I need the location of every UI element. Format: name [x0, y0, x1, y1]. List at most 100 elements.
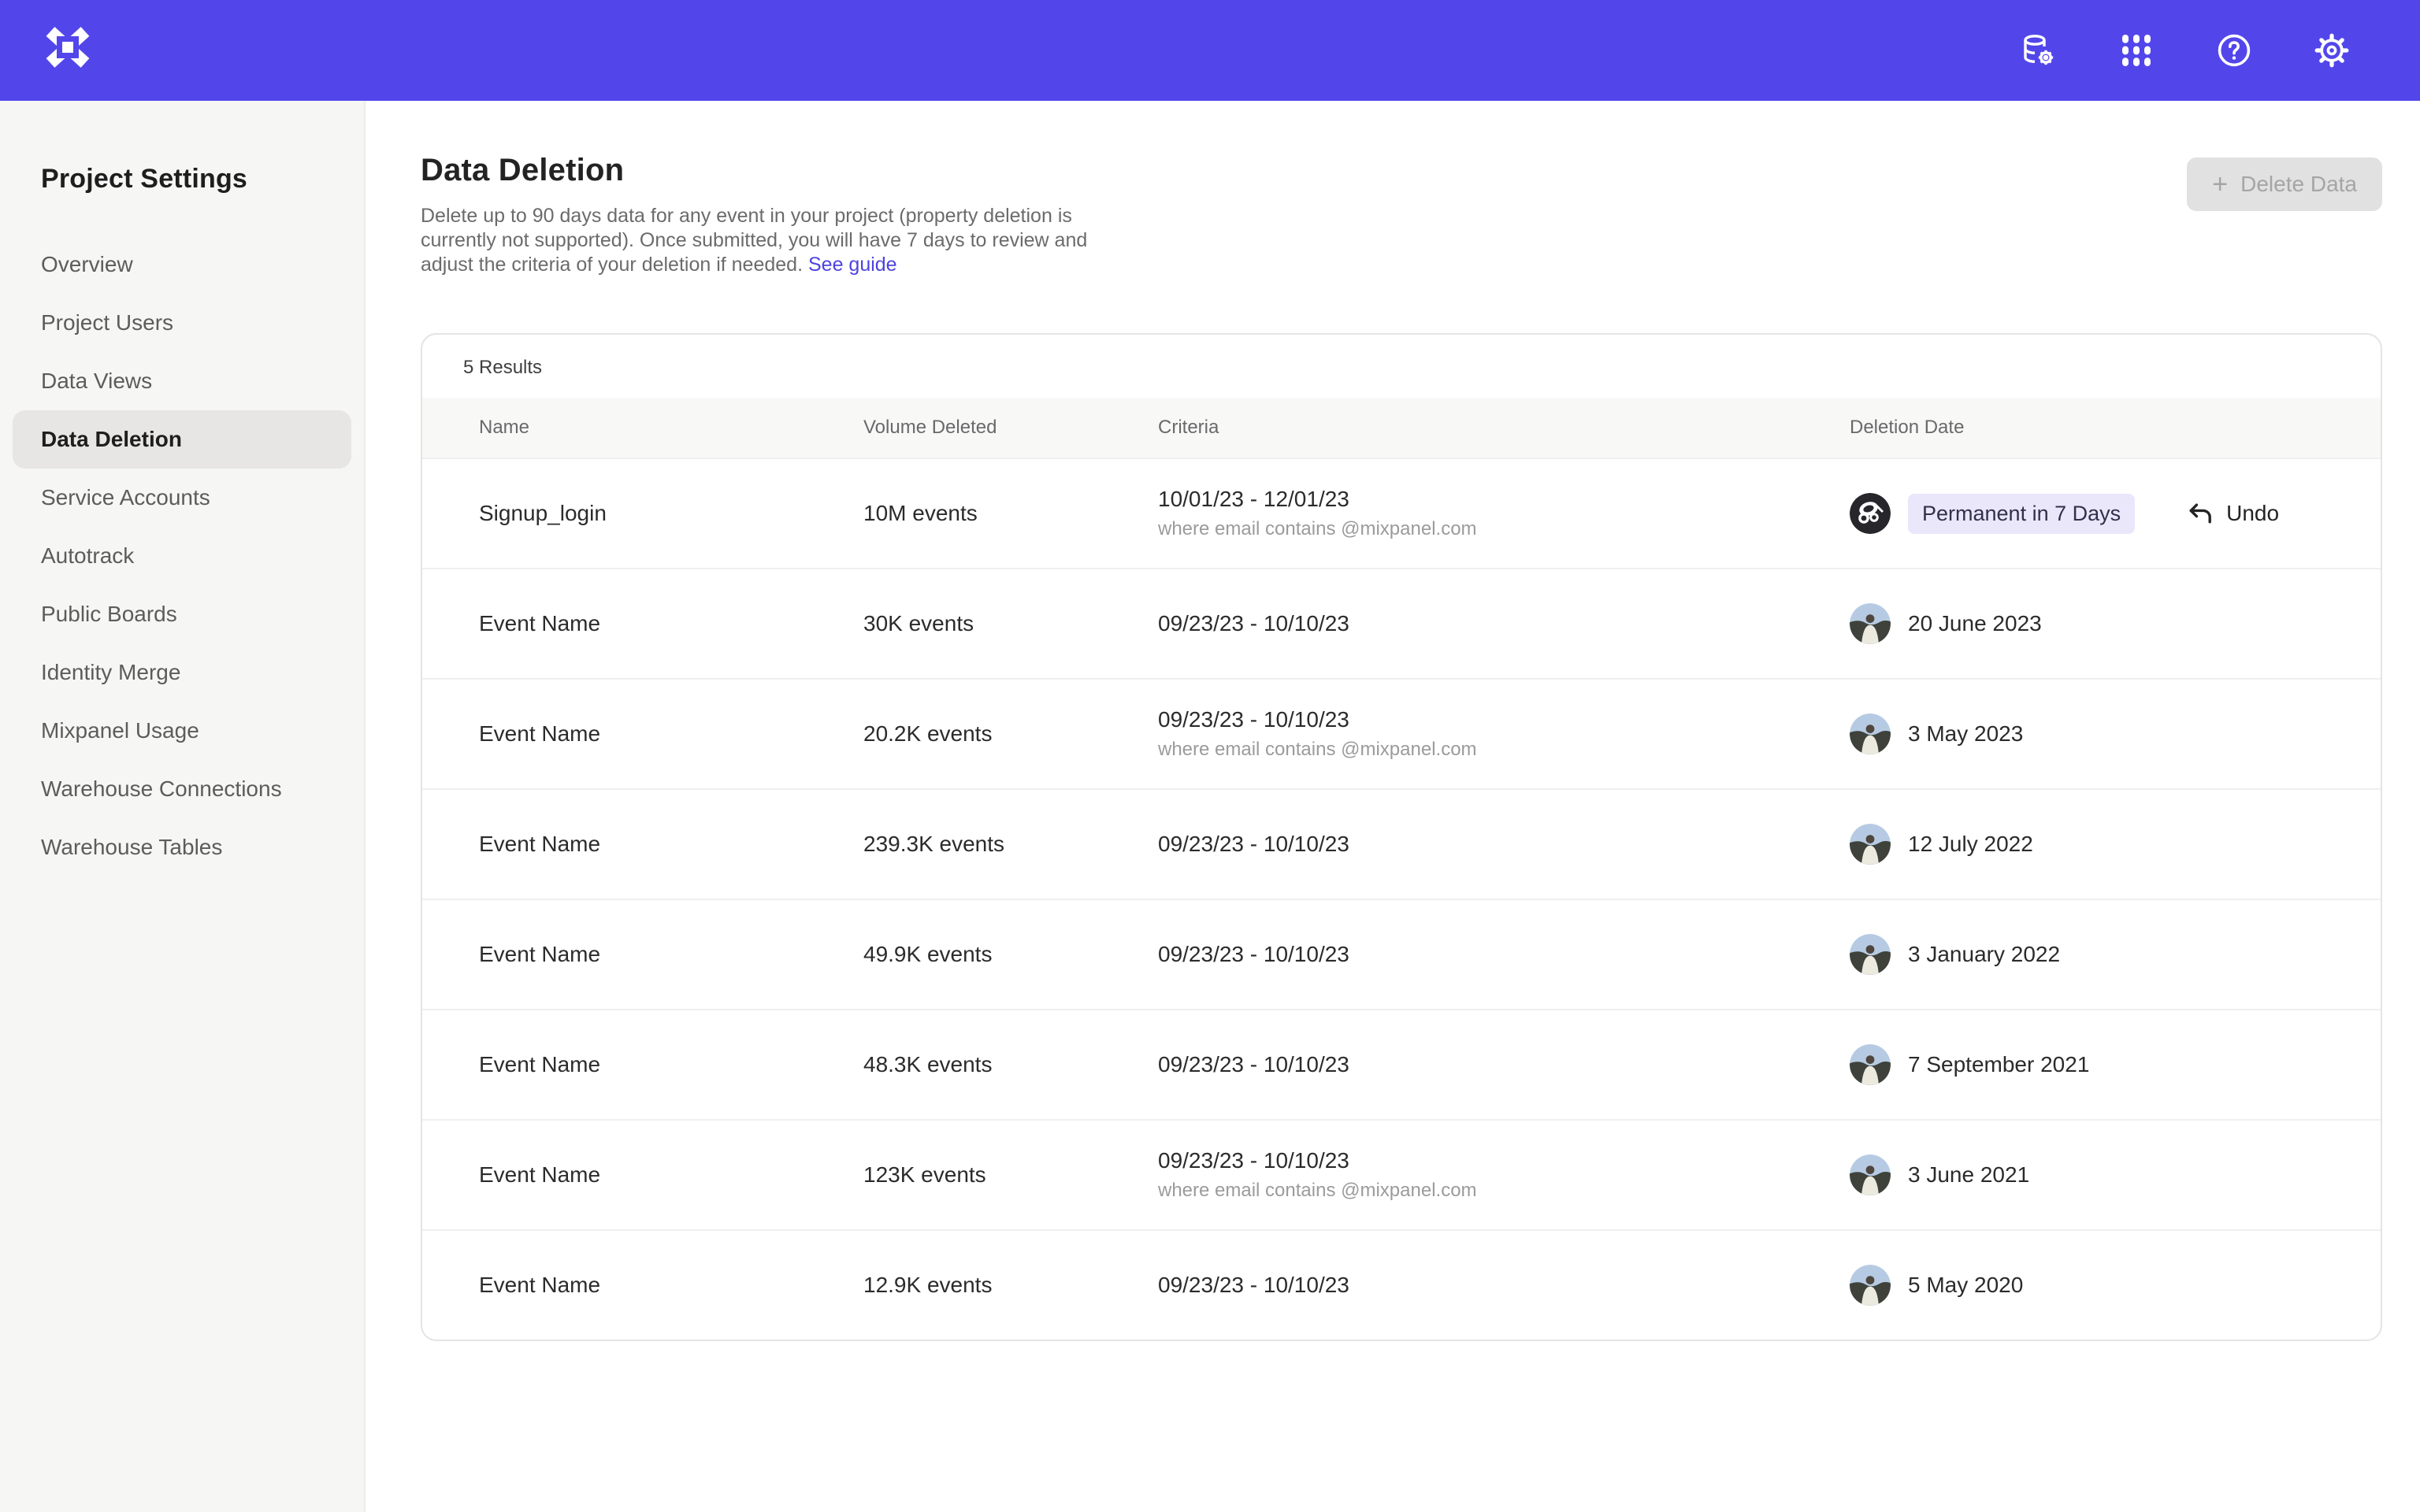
plus-icon: +: [2212, 171, 2228, 198]
criteria-cell: 09/23/23 - 10/10/23: [1158, 1052, 1850, 1077]
deletion-table-row: Event Name30K events09/23/23 - 10/10/23 2…: [422, 568, 2381, 678]
deletion-date-text: 12 July 2022: [1908, 832, 2033, 857]
sidebar-nav: OverviewProject UsersData ViewsData Dele…: [0, 235, 364, 876]
app-window: Project Settings OverviewProject UsersDa…: [0, 0, 2420, 1512]
volume-deleted-cell: 123K events: [863, 1162, 1158, 1188]
deletion-date-text: 3 May 2023: [1908, 721, 2023, 747]
deletion-table-row: Event Name49.9K events09/23/23 - 10/10/2…: [422, 899, 2381, 1009]
criteria-filter-text: where email contains @mixpanel.com: [1158, 518, 1850, 540]
user-photo-avatar: [1850, 1265, 1891, 1306]
event-name-cell: Signup_login: [479, 501, 863, 526]
undo-arrow-icon: [2187, 501, 2214, 526]
deletion-table-row: Event Name48.3K events09/23/23 - 10/10/2…: [422, 1009, 2381, 1119]
column-header-deletion-date: Deletion Date: [1850, 417, 2355, 439]
criteria-filter-text: where email contains @mixpanel.com: [1158, 1180, 1850, 1202]
deletion-date-cell: 3 June 2021: [1850, 1154, 2355, 1195]
deletion-date-text: 5 May 2020: [1908, 1273, 2023, 1298]
deletion-date-cell: 7 September 2021: [1850, 1044, 2355, 1085]
undo-button[interactable]: Undo: [2187, 501, 2279, 526]
sidebar-item-service-accounts[interactable]: Service Accounts: [13, 469, 351, 527]
criteria-cell: 09/23/23 - 10/10/23 where email contains …: [1158, 1148, 1850, 1202]
deletion-table-row: Event Name20.2K events09/23/23 - 10/10/2…: [422, 678, 2381, 788]
sidebar-item-public-boards[interactable]: Public Boards: [13, 585, 351, 643]
user-photo-avatar: [1850, 934, 1891, 975]
sidebar-item-overview[interactable]: Overview: [13, 235, 351, 294]
mixpanel-logo[interactable]: [41, 20, 95, 80]
volume-deleted-cell: 48.3K events: [863, 1052, 1158, 1077]
top-navigation-bar: [0, 0, 2420, 101]
topbar-icon-group: [2020, 32, 2351, 69]
criteria-date-range: 09/23/23 - 10/10/23: [1158, 1052, 1850, 1077]
deletion-date-text: 7 September 2021: [1908, 1052, 2089, 1077]
criteria-date-range: 09/23/23 - 10/10/23: [1158, 707, 1850, 732]
event-name-cell: Event Name: [479, 611, 863, 636]
sidebar-item-autotrack[interactable]: Autotrack: [13, 527, 351, 585]
delete-data-button[interactable]: + Delete Data: [2187, 158, 2382, 211]
sidebar-item-data-deletion[interactable]: Data Deletion: [13, 410, 351, 469]
page-description: Delete up to 90 days data for any event …: [421, 204, 1109, 276]
criteria-cell: 09/23/23 - 10/10/23: [1158, 832, 1850, 857]
apps-grid-icon[interactable]: [2118, 32, 2155, 69]
criteria-date-range: 09/23/23 - 10/10/23: [1158, 832, 1850, 857]
event-name-cell: Event Name: [479, 1052, 863, 1077]
volume-deleted-cell: 12.9K events: [863, 1273, 1158, 1298]
page-description-text: Delete up to 90 days data for any event …: [421, 205, 1087, 276]
deletion-date-cell: 3 January 2022: [1850, 934, 2355, 975]
main-content: Data Deletion Delete up to 90 days data …: [366, 101, 2420, 1512]
sidebar-item-data-views[interactable]: Data Views: [13, 352, 351, 410]
table-header-row: Name Volume Deleted Criteria Deletion Da…: [422, 398, 2381, 458]
volume-deleted-cell: 49.9K events: [863, 942, 1158, 967]
deletion-date-cell: 3 May 2023: [1850, 713, 2355, 754]
sidebar-item-warehouse-connections[interactable]: Warehouse Connections: [13, 760, 351, 818]
volume-deleted-cell: 10M events: [863, 501, 1158, 526]
see-guide-link[interactable]: See guide: [808, 254, 897, 276]
sidebar-title: Project Settings: [0, 164, 364, 195]
user-photo-avatar: [1850, 1154, 1891, 1195]
undo-label: Undo: [2226, 501, 2279, 526]
deletion-table-row: Event Name12.9K events09/23/23 - 10/10/2…: [422, 1229, 2381, 1340]
sidebar-item-identity-merge[interactable]: Identity Merge: [13, 643, 351, 702]
permanent-deletion-badge: Permanent in 7 Days: [1908, 494, 2135, 534]
criteria-cell: 09/23/23 - 10/10/23: [1158, 1273, 1850, 1298]
deletion-table-row: Event Name123K events09/23/23 - 10/10/23…: [422, 1119, 2381, 1229]
sidebar-item-mixpanel-usage[interactable]: Mixpanel Usage: [13, 702, 351, 760]
deletion-table-row: Event Name239.3K events09/23/23 - 10/10/…: [422, 788, 2381, 899]
deletion-date-text: 3 June 2021: [1908, 1162, 2029, 1188]
deletion-table-card: 5 Results Name Volume Deleted Criteria D…: [421, 333, 2382, 1341]
event-name-cell: Event Name: [479, 1273, 863, 1298]
sidebar-item-warehouse-tables[interactable]: Warehouse Tables: [13, 818, 351, 876]
user-photo-avatar: [1850, 824, 1891, 865]
criteria-date-range: 09/23/23 - 10/10/23: [1158, 1148, 1850, 1173]
deletion-date-text: 20 June 2023: [1908, 611, 2042, 636]
cartoon-avatar: [1850, 493, 1891, 534]
delete-data-button-label: Delete Data: [2240, 172, 2357, 197]
volume-deleted-cell: 30K events: [863, 611, 1158, 636]
data-management-icon[interactable]: [2020, 32, 2058, 69]
settings-gear-icon[interactable]: [2313, 32, 2351, 69]
deletion-date-text: 3 January 2022: [1908, 942, 2060, 967]
criteria-date-range: 09/23/23 - 10/10/23: [1158, 942, 1850, 967]
user-photo-avatar: [1850, 713, 1891, 754]
criteria-cell: 10/01/23 - 12/01/23 where email contains …: [1158, 487, 1850, 540]
settings-sidebar: Project Settings OverviewProject UsersDa…: [0, 101, 366, 1512]
sidebar-item-project-users[interactable]: Project Users: [13, 294, 351, 352]
help-icon[interactable]: [2215, 32, 2253, 69]
volume-deleted-cell: 20.2K events: [863, 721, 1158, 747]
criteria-cell: 09/23/23 - 10/10/23: [1158, 942, 1850, 967]
criteria-cell: 09/23/23 - 10/10/23where email contains …: [1158, 707, 1850, 761]
deletion-date-cell: 20 June 2023: [1850, 603, 2355, 644]
criteria-cell: 09/23/23 - 10/10/23: [1158, 611, 1850, 636]
column-header-criteria: Criteria: [1158, 417, 1850, 439]
event-name-cell: Event Name: [479, 721, 863, 747]
deletion-table-row: Signup_login10M events10/01/23 - 12/01/2…: [422, 458, 2381, 568]
criteria-date-range: 09/23/23 - 10/10/23: [1158, 1273, 1850, 1298]
column-header-name: Name: [479, 417, 863, 439]
deletion-date-cell: Permanent in 7 Days Undo: [1850, 493, 2355, 534]
deletion-date-cell: 12 July 2022: [1850, 824, 2355, 865]
page-title: Data Deletion: [421, 153, 2382, 188]
event-name-cell: Event Name: [479, 942, 863, 967]
event-name-cell: Event Name: [479, 1162, 863, 1188]
criteria-date-range: 10/01/23 - 12/01/23: [1158, 487, 1850, 512]
table-body: Signup_login10M events10/01/23 - 12/01/2…: [422, 458, 2381, 1340]
criteria-date-range: 09/23/23 - 10/10/23: [1158, 611, 1850, 636]
